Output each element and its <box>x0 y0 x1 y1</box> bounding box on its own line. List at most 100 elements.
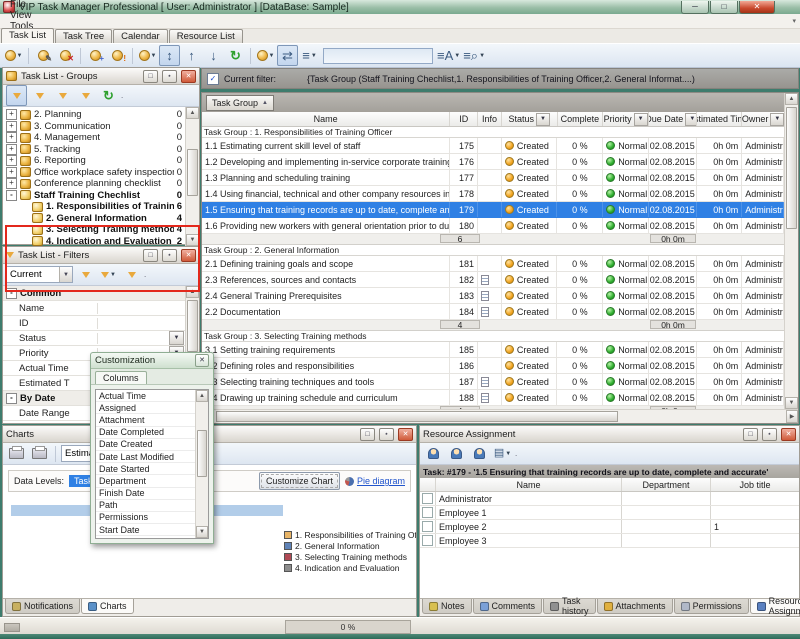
column-header-estimated-time[interactable]: Estimated Time <box>697 112 743 126</box>
tab-calendar[interactable]: Calendar <box>113 29 168 43</box>
task-table-scrollbar[interactable]: ▲ ▼ <box>784 93 798 409</box>
expand-icon[interactable]: + <box>6 167 17 178</box>
column-option[interactable]: Finish Date <box>96 488 195 500</box>
restore-panel-icon[interactable]: □ <box>143 70 158 83</box>
column-option[interactable]: Permissions <box>96 512 195 524</box>
column-header-name[interactable]: Name <box>202 112 450 126</box>
tree-item[interactable]: 3. Selecting Training methods4 <box>3 224 185 236</box>
tree-item[interactable]: +2. Planning0 <box>3 109 185 121</box>
close-button[interactable]: ✕ <box>739 1 775 14</box>
column-header-priority[interactable]: Priority▼ <box>603 112 649 126</box>
pin-panel-icon[interactable]: ⋆ <box>162 70 177 83</box>
expand-icon[interactable]: + <box>6 155 17 166</box>
groups-tree-scrollbar[interactable]: ▲ ▼ <box>185 107 199 246</box>
column-option[interactable]: Department <box>96 475 195 487</box>
bottom-tab-charts[interactable]: Charts <box>81 599 134 614</box>
filter-dropdown-icon[interactable]: ▼ <box>634 113 648 126</box>
pin-panel-icon[interactable]: ⋆ <box>162 249 177 262</box>
refresh-button[interactable]: ↻ <box>225 45 246 66</box>
apply-filter-button[interactable] <box>75 264 96 285</box>
column-option[interactable]: Attachment <box>96 414 195 426</box>
duplicate-task-button[interactable]: + <box>85 45 106 66</box>
close-panel-icon[interactable]: ✕ <box>781 428 796 441</box>
print-button[interactable] <box>6 443 27 464</box>
column-header-id[interactable]: ID <box>450 112 478 126</box>
restore-panel-icon[interactable]: □ <box>743 428 758 441</box>
complete-task-button[interactable]: ! <box>107 45 128 66</box>
maximize-button[interactable]: □ <box>710 1 738 14</box>
chevron-down-icon[interactable]: ▼ <box>59 267 72 282</box>
menu-overflow-icon[interactable]: ▾ <box>792 17 796 25</box>
tree-item[interactable]: +Conference planning checklist0 <box>3 178 185 190</box>
filter-preset-select[interactable]: Current ▼ <box>6 266 73 283</box>
resource-column-name[interactable]: Name <box>436 478 622 491</box>
filter-all-button[interactable] <box>52 85 73 106</box>
resource-checkbox[interactable] <box>422 521 433 532</box>
scroll-up-icon[interactable]: ▲ <box>186 286 199 298</box>
restore-panel-icon[interactable]: □ <box>143 249 158 262</box>
scroll-up-icon[interactable]: ▲ <box>196 390 208 402</box>
detail-tab-resource-assignment[interactable]: Resource Assignment <box>750 599 800 614</box>
find-options-button[interactable]: ≡⌕▼ <box>462 45 486 66</box>
close-panel-icon[interactable]: ✕ <box>398 428 413 441</box>
print-preview-button[interactable] <box>29 443 50 464</box>
pie-diagram-link[interactable]: Pie diagram <box>345 476 405 486</box>
task-row[interactable]: 3.1 Setting training requirements185Crea… <box>202 342 784 358</box>
scroll-down-icon[interactable]: ▼ <box>196 526 208 538</box>
expand-collapse-button[interactable]: ↕ <box>159 45 180 66</box>
filter-current-button[interactable] <box>6 85 27 106</box>
column-option[interactable]: Date Started <box>96 463 195 475</box>
expand-icon[interactable]: + <box>6 121 17 132</box>
tree-item[interactable]: 4. Indication and Evaluation2 <box>3 236 185 247</box>
resource-list-button[interactable]: ▤▼ <box>492 443 513 464</box>
add-task-button[interactable]: ▼ <box>3 45 24 66</box>
column-option[interactable]: Date Last Modified <box>96 451 195 463</box>
customize-chart-button[interactable]: Customize Chart <box>259 472 340 490</box>
toolbar-overflow-icon[interactable]: . <box>144 270 146 279</box>
scroll-up-icon[interactable]: ▲ <box>785 93 798 105</box>
column-header-status[interactable]: Status▼ <box>502 112 558 126</box>
filter-section-header[interactable]: -Common <box>3 286 185 301</box>
resource-row[interactable]: Administrator <box>420 492 799 506</box>
column-option[interactable]: Start Date <box>96 524 195 536</box>
scroll-down-icon[interactable]: ▼ <box>785 397 798 409</box>
close-panel-icon[interactable]: ✕ <box>181 70 196 83</box>
task-row[interactable]: 1.6 Providing new workers with general o… <box>202 218 784 234</box>
detail-tab-comments[interactable]: Comments <box>473 599 543 614</box>
customization-scrollbar[interactable]: ▲ ▼ <box>195 390 208 538</box>
filter-tasks-button[interactable]: ▼ <box>137 45 158 66</box>
expand-icon[interactable]: + <box>6 144 17 155</box>
filter-row[interactable]: Name <box>3 301 185 316</box>
expand-icon[interactable]: + <box>6 109 17 120</box>
tab-task-list[interactable]: Task List <box>1 28 54 43</box>
column-header-due-date[interactable]: Due Date▼ <box>649 112 697 126</box>
filter-clear-button[interactable] <box>75 85 96 106</box>
detail-tab-task-history[interactable]: Task history <box>543 599 596 614</box>
clear-filter-button[interactable] <box>121 264 142 285</box>
close-icon[interactable]: ✕ <box>195 354 209 367</box>
scroll-up-icon[interactable]: ▲ <box>186 107 199 119</box>
group-header-row[interactable]: Task Group : 2. General Information <box>202 245 784 256</box>
detail-tab-attachments[interactable]: Attachments <box>597 599 673 614</box>
column-option[interactable]: Date Completed <box>96 427 195 439</box>
collapse-icon[interactable]: - <box>6 288 17 299</box>
move-down-button[interactable]: ↓ <box>203 45 224 66</box>
filter-edit-button[interactable] <box>29 85 50 106</box>
tree-item[interactable]: +5. Tracking0 <box>3 144 185 156</box>
column-option[interactable]: Assigned <box>96 402 195 414</box>
resource-column-job-title[interactable]: Job title <box>711 478 799 491</box>
task-row[interactable]: 1.4 Using financial, technical and other… <box>202 186 784 202</box>
menu-view[interactable]: View <box>2 10 41 21</box>
task-row[interactable]: 3.3 Selecting training techniques and to… <box>202 374 784 390</box>
resource-column-department[interactable]: Department <box>622 478 711 491</box>
minimize-button[interactable]: ─ <box>681 1 709 14</box>
tree-item[interactable]: +3. Communication0 <box>3 121 185 133</box>
group-header-row[interactable]: Task Group : 3. Selecting Training metho… <box>202 331 784 342</box>
expand-icon[interactable]: + <box>6 132 17 143</box>
tree-item[interactable]: +4. Management0 <box>3 132 185 144</box>
task-row[interactable]: 1.1 Estimating current skill level of st… <box>202 138 784 154</box>
close-panel-icon[interactable]: ✕ <box>181 249 196 262</box>
tree-item[interactable]: -Staff Training Chechlist0 <box>3 190 185 202</box>
view-options-button[interactable]: ≡▼ <box>299 45 320 66</box>
filter-row[interactable]: Status▼ <box>3 331 185 346</box>
